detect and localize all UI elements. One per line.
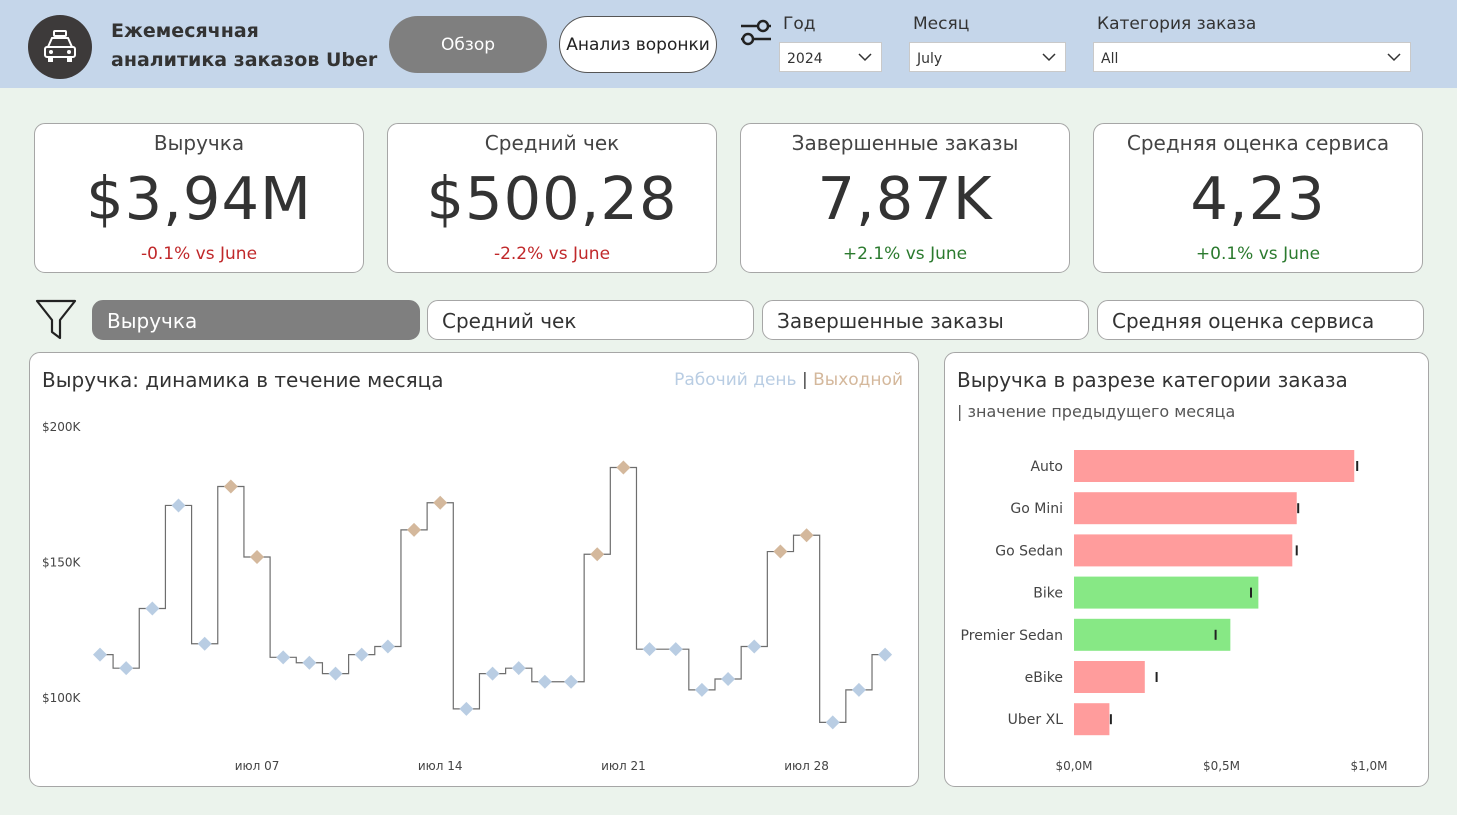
data-point-marker: [145, 601, 160, 616]
category-bar: [1074, 618, 1231, 651]
category-bar: [1074, 661, 1145, 693]
category-select-value: All: [1101, 51, 1119, 67]
data-point-marker: [407, 522, 422, 537]
kpi-label: Выручка: [153, 131, 245, 155]
x-tick-label: $0,0M: [1055, 759, 1092, 773]
funnel-analysis-button[interactable]: Анализ воронки: [559, 16, 717, 73]
year-select-value: 2024: [787, 51, 823, 67]
category-bar: [1074, 703, 1110, 736]
data-point-marker: [799, 528, 814, 543]
kpi-delta: +2.1% vs June: [842, 244, 968, 264]
revenue-trend-card: Выручка: динамика в течение месяца Рабоч…: [29, 352, 919, 787]
month-select-value: July: [917, 51, 943, 67]
category-bar-chart: Auto Go Mini Go Sedan Bike Premier Sedan eBik…: [961, 450, 1388, 773]
category-revenue-card: Выручка в разрезе категории заказа | зна…: [944, 352, 1429, 787]
month-select[interactable]: July: [909, 42, 1066, 72]
category-bar: [1074, 576, 1259, 609]
data-point-marker: [302, 655, 317, 670]
data-point-marker: [197, 636, 212, 651]
category-select[interactable]: All: [1093, 42, 1411, 72]
kpi-card-service-rating: Средняя оценка сервиса 4,23 +0.1% vs Jun…: [1093, 123, 1423, 273]
data-point-marker: [223, 479, 238, 494]
data-point-marker: [616, 460, 631, 475]
data-point-marker: [511, 661, 526, 676]
tab-service-rating[interactable]: Средняя оценка сервиса: [1097, 300, 1424, 340]
x-tick-label: июл 07: [235, 759, 280, 773]
data-point-marker: [851, 682, 866, 697]
kpi-value: $500,28: [426, 164, 678, 233]
x-tick-label: июл 14: [418, 759, 463, 773]
kpi-card-completed-orders: Завершенные заказы 7,87K +2.1% vs June: [740, 123, 1070, 273]
data-point-marker: [380, 639, 395, 654]
category-label: Premier Sedan: [961, 628, 1063, 644]
data-point-marker: [668, 642, 683, 657]
category-bar: [1074, 534, 1293, 567]
data-point-marker: [825, 715, 840, 730]
data-point-marker: [537, 674, 552, 689]
tab-avg-check[interactable]: Средний чек: [427, 300, 754, 340]
tab-revenue[interactable]: Выручка: [92, 300, 420, 340]
category-label: Bike: [1033, 586, 1063, 602]
funnel-icon: [35, 298, 77, 346]
data-point-marker: [590, 547, 605, 562]
data-point-marker: [354, 647, 369, 662]
data-point-marker: [485, 666, 500, 681]
header-bar: Ежемесячная аналитика заказов Uber Обзор…: [0, 0, 1457, 88]
revenue-line-chart: $200K $150K $100K июл 07 июл 14 июл 21 июл 28: [42, 420, 893, 773]
kpi-card-revenue: Выручка $3,94M -0.1% vs June: [34, 123, 364, 273]
data-point-marker: [171, 498, 186, 513]
category-label: Uber XL: [1008, 712, 1064, 728]
kpi-delta: +0.1% vs June: [1195, 244, 1321, 264]
data-point-marker: [878, 647, 893, 662]
y-tick-label: $100K: [42, 691, 82, 705]
app-title: Ежемесячная аналитика заказов Uber: [111, 20, 378, 71]
category-filter-label: Категория заказа: [1097, 14, 1257, 34]
data-point-marker: [747, 639, 762, 654]
category-label: Go Mini: [1010, 501, 1063, 517]
x-tick-label: июл 21: [601, 759, 646, 773]
data-point-marker: [564, 674, 579, 689]
kpi-delta: -0.1% vs June: [140, 244, 258, 264]
kpi-value: $3,94M: [86, 164, 312, 233]
category-bar: [1074, 450, 1355, 482]
data-point-marker: [276, 650, 291, 665]
data-point-marker: [642, 642, 657, 657]
data-point-marker: [773, 544, 788, 559]
year-filter-label: Год: [783, 14, 816, 34]
revenue-step-line: [100, 466, 886, 724]
sliders-icon[interactable]: [739, 18, 773, 50]
data-point-marker: [459, 701, 474, 716]
category-label: eBike: [1025, 670, 1063, 686]
chevron-down-icon: [1042, 53, 1056, 62]
x-tick-label: июл 28: [784, 759, 829, 773]
tab-completed-orders[interactable]: Завершенные заказы: [762, 300, 1089, 340]
kpi-card-avg-check: Средний чек $500,28 -2.2% vs June: [387, 123, 717, 273]
data-point-marker: [328, 666, 343, 681]
kpi-value: 4,23: [1190, 164, 1326, 233]
data-point-marker: [694, 682, 709, 697]
kpi-value: 7,87K: [817, 164, 993, 233]
month-filter-label: Месяц: [913, 14, 970, 34]
x-tick-label: $1,0M: [1350, 759, 1387, 773]
category-label: Auto: [1030, 459, 1063, 475]
y-tick-label: $150K: [42, 555, 82, 569]
data-point-marker: [119, 661, 134, 676]
data-point-marker: [721, 672, 736, 687]
chevron-down-icon: [858, 53, 872, 62]
kpi-delta: -2.2% vs June: [493, 244, 611, 264]
category-label: Go Sedan: [995, 543, 1063, 559]
kpi-label: Завершенные заказы: [791, 131, 1019, 155]
x-tick-label: $0,5M: [1203, 759, 1240, 773]
y-tick-label: $200K: [42, 420, 82, 434]
data-point-marker: [250, 549, 265, 564]
data-point-marker: [93, 647, 107, 662]
kpi-label: Средняя оценка сервиса: [1126, 131, 1390, 155]
year-select[interactable]: 2024: [779, 42, 882, 72]
car-icon: [28, 15, 92, 79]
data-point-marker: [433, 495, 448, 510]
kpi-label: Средний чек: [484, 131, 620, 155]
overview-button[interactable]: Обзор: [389, 16, 547, 73]
chevron-down-icon: [1387, 53, 1401, 62]
category-bar: [1074, 492, 1297, 525]
